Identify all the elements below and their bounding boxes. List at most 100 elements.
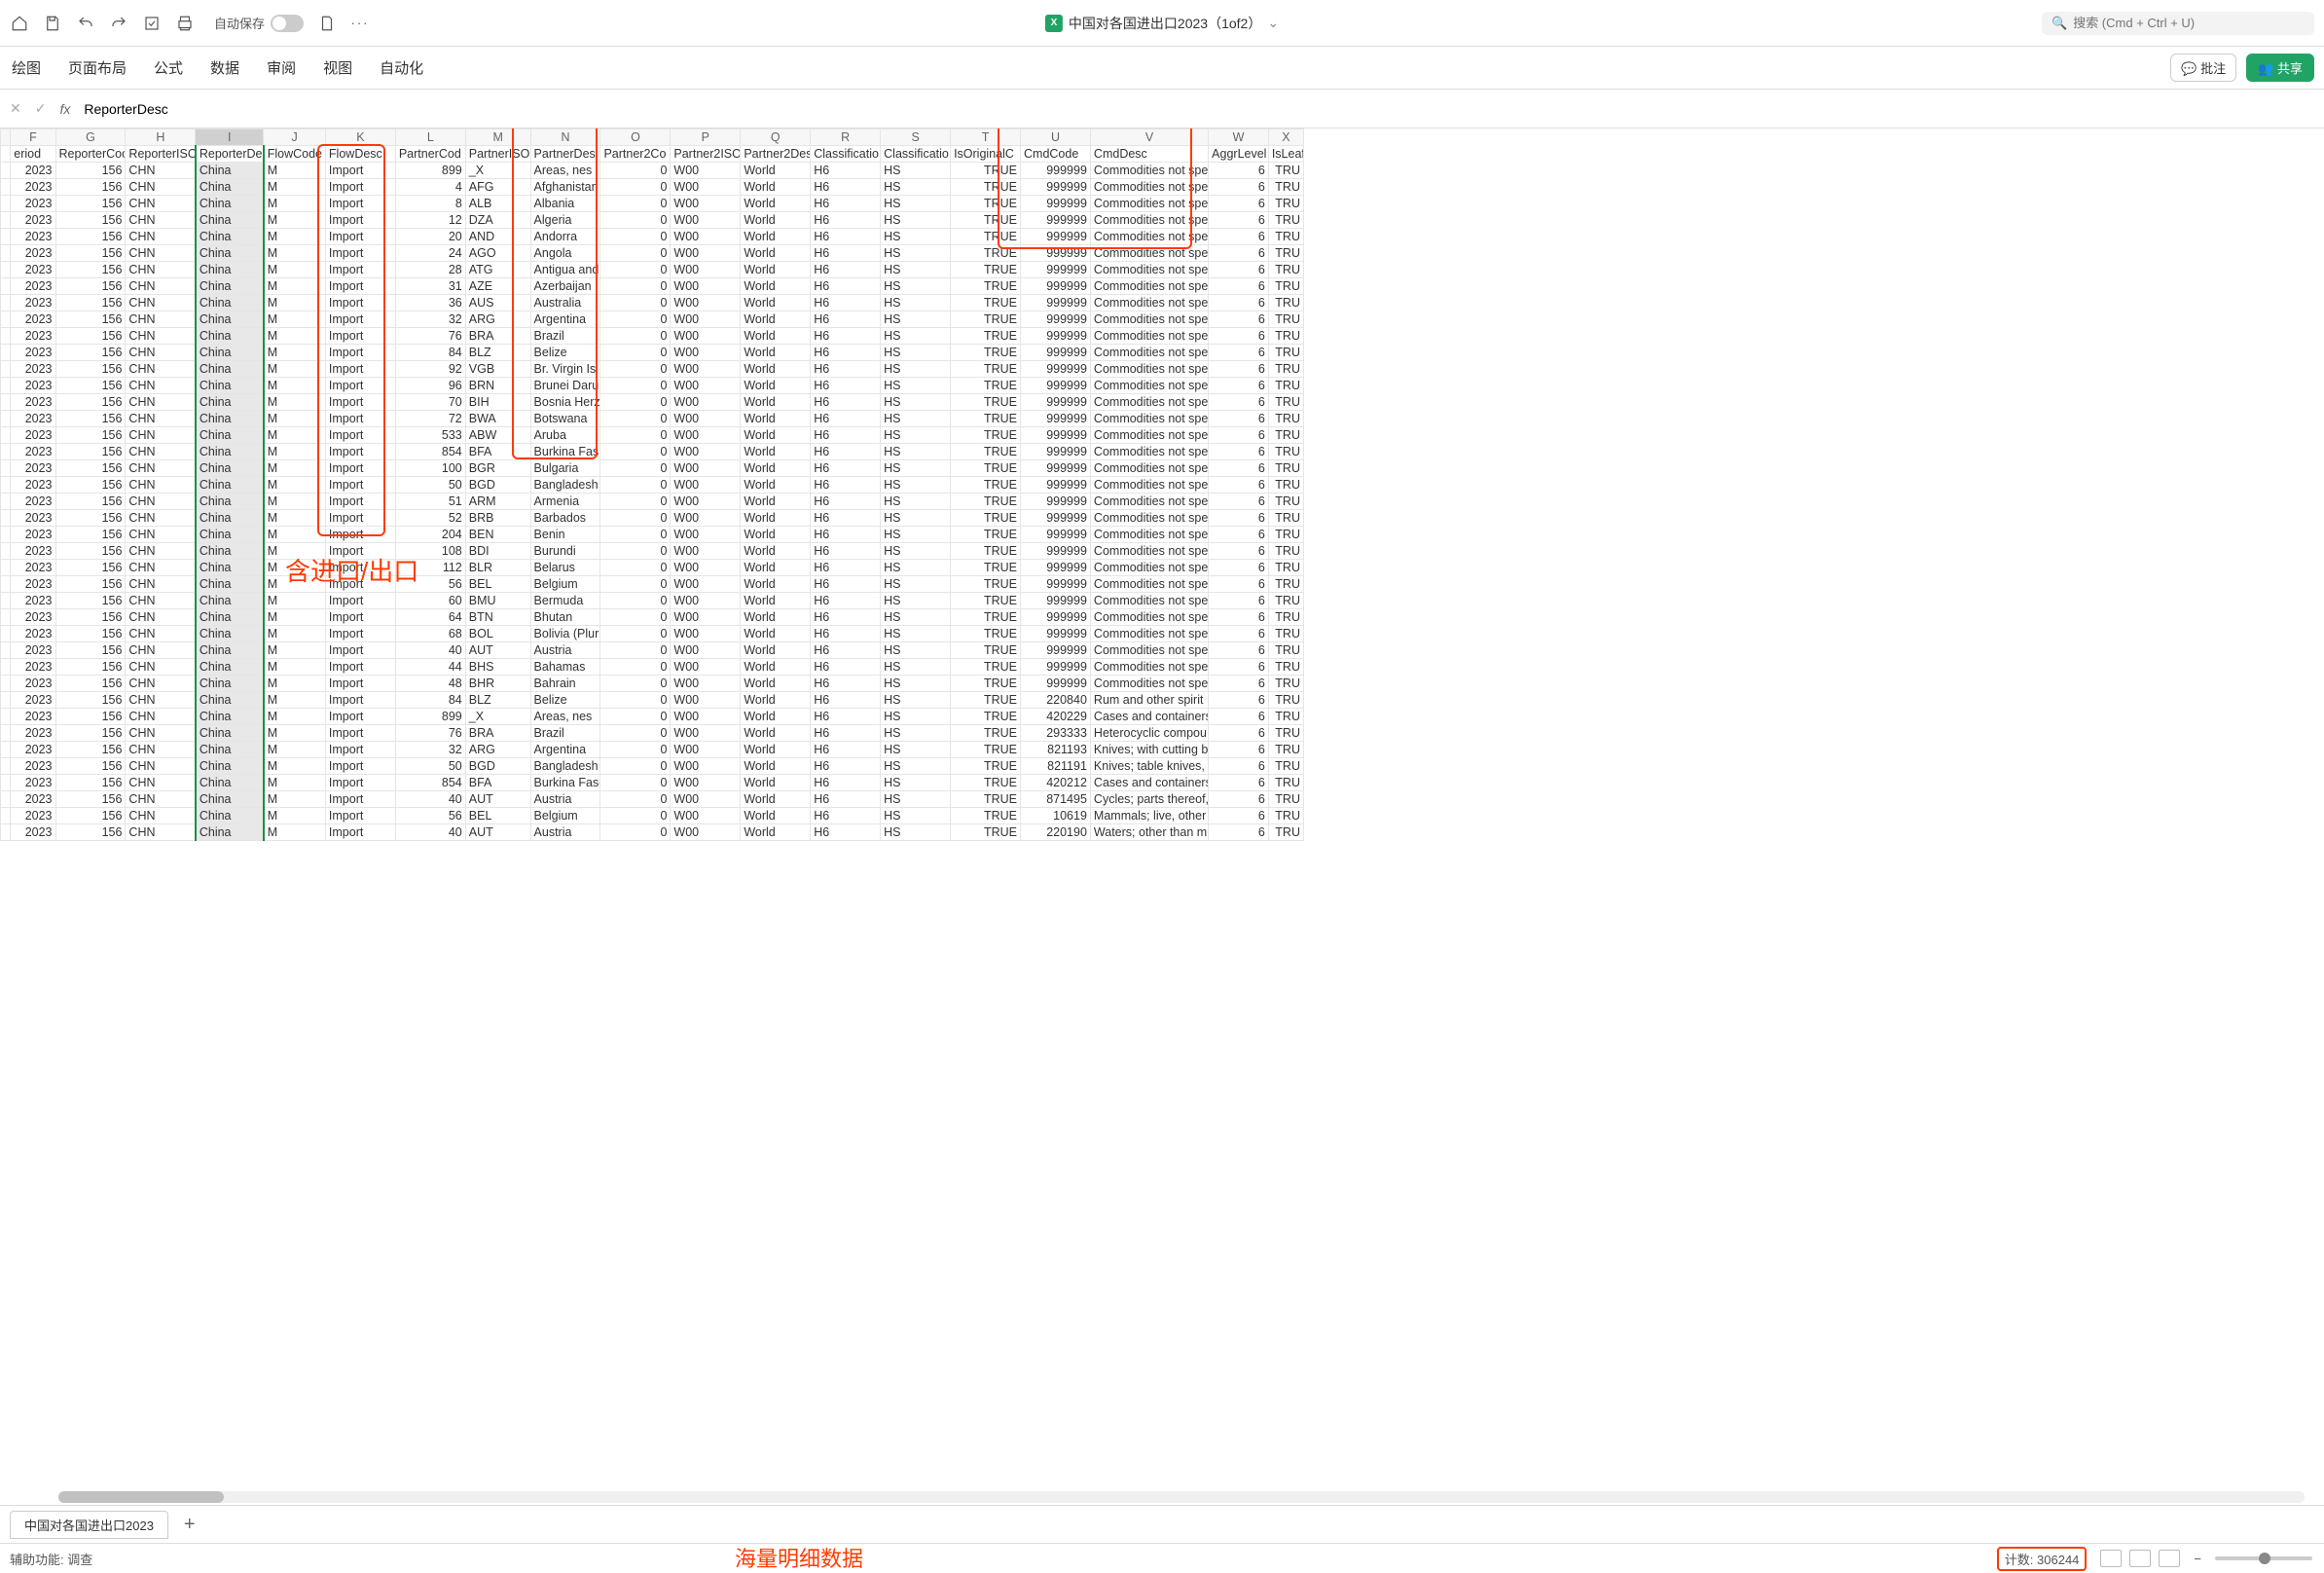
cell[interactable]: 6 [1209,725,1269,742]
cell[interactable]: 999999 [1021,527,1091,543]
table-row[interactable]: 2023156CHNChinaMImport76BRABrazil0W00Wor… [1,725,1304,742]
cell[interactable]: 0 [600,328,671,345]
table-row[interactable]: 2023156CHNChinaMImport204BENBenin0W00Wor… [1,527,1304,543]
cell[interactable]: 293333 [1021,725,1091,742]
cell[interactable]: Commodities not spe [1090,659,1208,676]
cell[interactable]: 999999 [1021,560,1091,576]
cell[interactable]: HS [881,163,951,179]
cell[interactable]: M [264,560,326,576]
cell[interactable]: World [741,576,811,593]
table-row[interactable]: 2023156CHNChinaMImport533ABWAruba0W00Wor… [1,427,1304,444]
cell[interactable]: CHN [126,725,196,742]
cell[interactable]: 6 [1209,775,1269,791]
table-row[interactable]: 2023156CHNChinaMImport8ALBAlbania0W00Wor… [1,196,1304,212]
menu-automation[interactable]: 自动化 [380,57,423,78]
cell[interactable]: 156 [55,742,126,758]
cell[interactable]: Commodities not spe [1090,576,1208,593]
cell[interactable]: CHN [126,692,196,709]
field-header-cell[interactable]: PartnerISO [465,146,530,163]
cell[interactable]: Commodities not spe [1090,345,1208,361]
cell[interactable]: TRU [1268,742,1303,758]
cell[interactable]: BEL [465,808,530,824]
cell[interactable]: 28 [395,262,465,278]
cell[interactable]: Waters; other than m [1090,824,1208,841]
cell[interactable]: M [264,626,326,642]
cell[interactable]: HS [881,295,951,311]
cell[interactable]: 56 [395,808,465,824]
cell[interactable]: Rum and other spirit [1090,692,1208,709]
cell[interactable]: 6 [1209,527,1269,543]
cell[interactable]: 156 [55,262,126,278]
cell[interactable]: AND [465,229,530,245]
cell[interactable]: Import [325,262,395,278]
cell[interactable]: 2023 [11,758,55,775]
cell[interactable]: TRUE [951,494,1021,510]
cell[interactable]: 6 [1209,758,1269,775]
cell[interactable]: W00 [671,824,741,841]
cell[interactable]: 156 [55,361,126,378]
cell[interactable]: TRU [1268,179,1303,196]
cell[interactable]: 0 [600,295,671,311]
cell[interactable]: World [741,758,811,775]
cell[interactable]: China [196,676,264,692]
cell[interactable]: TRUE [951,229,1021,245]
cell[interactable]: 6 [1209,742,1269,758]
cell[interactable]: AUS [465,295,530,311]
cell[interactable]: M [264,659,326,676]
cell[interactable]: 999999 [1021,229,1091,245]
cell[interactable]: HS [881,510,951,527]
cell[interactable]: M [264,262,326,278]
confirm-icon[interactable]: ✓ [35,100,47,117]
cell[interactable]: 0 [600,742,671,758]
table-row[interactable]: 2023156CHNChinaMImport56BELBelgium0W00Wo… [1,808,1304,824]
cell[interactable]: TRUE [951,758,1021,775]
cell[interactable]: Import [325,212,395,229]
cell[interactable]: AUT [465,642,530,659]
cell[interactable]: 999999 [1021,659,1091,676]
cell[interactable]: 156 [55,725,126,742]
cell[interactable]: 156 [55,576,126,593]
cell[interactable]: 2023 [11,278,55,295]
cell[interactable]: Br. Virgin Is [530,361,600,378]
column-header-V[interactable]: V [1090,129,1208,146]
cell[interactable]: World [741,775,811,791]
cell[interactable]: 156 [55,593,126,609]
cell[interactable]: China [196,758,264,775]
cell[interactable]: CHN [126,676,196,692]
cell[interactable]: M [264,411,326,427]
cell[interactable]: H6 [811,692,881,709]
menu-layout[interactable]: 页面布局 [68,57,127,78]
cell[interactable]: 0 [600,527,671,543]
cell[interactable]: 156 [55,659,126,676]
cell[interactable]: ARG [465,742,530,758]
cell[interactable]: 6 [1209,576,1269,593]
table-row[interactable]: 2023156CHNChinaMImport20ANDAndorra0W00Wo… [1,229,1304,245]
cell[interactable]: 6 [1209,543,1269,560]
cell[interactable]: W00 [671,593,741,609]
cell[interactable]: 0 [600,808,671,824]
cell[interactable]: HS [881,444,951,460]
undo-icon[interactable] [76,14,95,33]
cell[interactable]: Import [325,576,395,593]
cell[interactable]: H6 [811,311,881,328]
cell[interactable]: HS [881,179,951,196]
cell[interactable]: CHN [126,791,196,808]
cell[interactable]: BRA [465,725,530,742]
cell[interactable]: TRU [1268,560,1303,576]
menu-data[interactable]: 数据 [210,57,239,78]
cell[interactable]: 72 [395,411,465,427]
cell[interactable]: Bhutan [530,609,600,626]
cell[interactable]: CHN [126,295,196,311]
cell[interactable]: W00 [671,494,741,510]
cell[interactable]: Import [325,179,395,196]
cell[interactable]: Import [325,593,395,609]
cell[interactable]: 6 [1209,328,1269,345]
cell[interactable]: HS [881,709,951,725]
cell[interactable]: Commodities not spe [1090,460,1208,477]
cell[interactable]: M [264,527,326,543]
cell[interactable]: 6 [1209,179,1269,196]
cell[interactable]: China [196,824,264,841]
cell[interactable]: 4 [395,179,465,196]
cell[interactable]: BEL [465,576,530,593]
cell[interactable]: M [264,676,326,692]
